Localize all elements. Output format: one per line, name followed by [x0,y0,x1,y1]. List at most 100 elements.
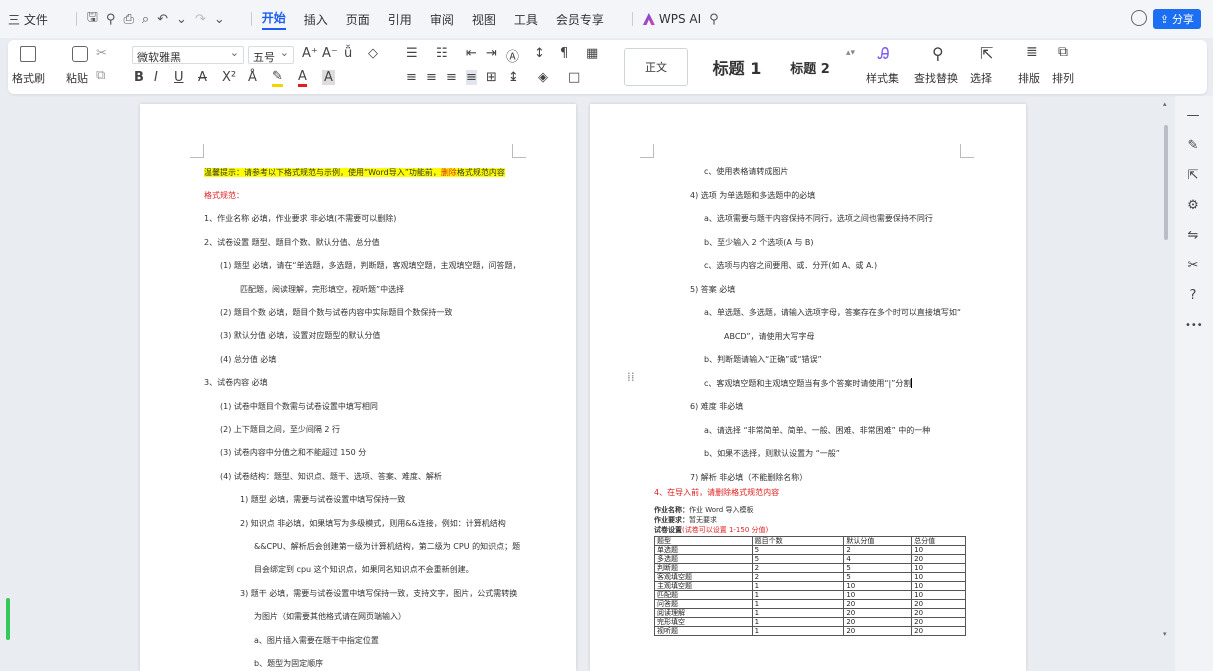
strikethrough-icon[interactable]: A [198,70,207,85]
table-cell[interactable]: 2 [751,563,845,573]
redo-icon[interactable]: ↷ [195,12,206,27]
line-spacing-icon[interactable]: ↨ [508,70,519,85]
table-icon[interactable]: ▦ [586,46,598,61]
style-set-icon[interactable]: Ꭿ [878,44,890,64]
grow-font-icon[interactable]: A⁺ [302,46,318,61]
table-cell[interactable]: 1 [751,608,845,618]
cursor-icon[interactable]: ⇱ [1185,168,1201,184]
wps-ai-button[interactable]: WPS AI [642,12,701,26]
tab-view[interactable]: 视图 [472,11,496,28]
numbering-icon[interactable]: ☷ [436,46,448,61]
table-cell[interactable]: 10 [843,581,913,591]
tab-insert[interactable]: 插入 [304,11,328,28]
sort-icon[interactable]: ↕ [534,46,545,61]
more-icon[interactable]: ••• [1185,318,1203,334]
table-cell[interactable]: 4 [843,554,913,564]
chinese-layout-icon[interactable]: Ⓐ [506,46,519,65]
table-cell[interactable]: 5 [751,554,845,564]
table-cell[interactable]: 单选题 [654,545,753,555]
table-cell[interactable]: 10 [911,563,966,573]
format-painter-button[interactable]: 格式刷 [12,70,45,86]
tab-review[interactable]: 审阅 [430,11,454,28]
find-icon[interactable]: ⚲ [932,44,944,63]
table-header-cell[interactable]: 总分值 [911,536,966,546]
table-cell[interactable]: 20 [843,626,913,636]
border-icon[interactable]: □ [568,70,580,85]
table-cell[interactable]: 1 [751,617,845,627]
underline-icon[interactable]: U [174,70,184,85]
pen-icon[interactable]: ✎ [1185,138,1201,154]
table-cell[interactable]: 20 [911,554,966,564]
drag-handle-icon[interactable]: ⁞⁞ [627,370,635,384]
scroll-up-icon[interactable]: ▴ [1163,100,1167,108]
scroll-down-icon[interactable]: ▾ [1163,630,1167,638]
table-header-cell[interactable]: 题目个数 [751,536,845,546]
text-effect-icon[interactable]: Å [248,70,257,85]
paste-icon[interactable] [72,46,88,62]
copy-icon[interactable]: ⧉ [96,68,105,83]
table-cell[interactable]: 10 [911,545,966,555]
customize-dropdown-icon[interactable]: ⌄ [214,12,225,27]
table-cell[interactable]: 20 [911,626,966,636]
style-heading-1[interactable]: 标题 1 [698,48,776,86]
table-cell[interactable]: 主观填空题 [654,581,753,591]
arrange-button[interactable]: 排列 [1052,70,1074,86]
table-cell[interactable]: 匹配题 [654,590,753,600]
table-cell[interactable]: 问答题 [654,599,753,609]
table-cell[interactable]: 阅读理解 [654,608,753,618]
distribute-icon[interactable]: ⊞ [486,70,497,85]
phonetic-icon[interactable]: ǚ [344,46,352,61]
table-cell[interactable]: 5 [843,572,913,582]
justify-icon[interactable]: ≡ [466,70,477,85]
font-name-select[interactable]: 微软雅黑 [132,46,244,64]
help-icon[interactable]: ? [1185,288,1201,304]
table-cell[interactable]: 1 [751,590,845,600]
table-cell[interactable]: 多选题 [654,554,753,564]
align-left-icon[interactable]: ≡ [406,70,417,85]
layout-icon[interactable]: ≣ [1026,44,1038,60]
undo-dropdown-icon[interactable]: ⌄ [176,12,187,27]
undo-icon[interactable]: ↶ [157,12,168,27]
find-replace-button[interactable]: 查找替换 [914,70,958,86]
table-cell[interactable]: 10 [911,590,966,600]
table-cell[interactable]: 20 [843,608,913,618]
table-cell[interactable]: 20 [843,617,913,627]
table-cell[interactable]: 20 [911,617,966,627]
save-icon[interactable]: 🖫 [87,8,98,30]
settings-icon[interactable]: ⚙ [1185,198,1201,214]
table-cell[interactable]: 判断题 [654,563,753,573]
file-menu[interactable]: 三 文件 [8,11,48,28]
select-button[interactable]: 选择 [970,70,992,86]
cloud-sync-icon[interactable] [1131,10,1147,26]
tools-icon[interactable]: ✂ [1185,258,1201,274]
style-normal[interactable]: 正文 [624,48,688,86]
tab-tools[interactable]: 工具 [514,11,538,28]
table-cell[interactable]: 10 [911,581,966,591]
select-icon[interactable]: ⇱ [980,44,993,63]
align-right-icon[interactable]: ≡ [446,70,457,85]
search-icon[interactable]: ⚲ [709,12,719,27]
char-shading-icon[interactable]: A [322,70,335,85]
vertical-scrollbar[interactable]: ▴ ▾ [1162,100,1170,671]
clear-format-icon[interactable]: ◇ [368,46,378,61]
score-table[interactable]: 题型 题目个数 默认分值 总分值 单选题 5 2 10 多选题 5 4 20 判断题 2 5 10 客观填空题 2… [654,536,966,636]
styles-scroll-icon[interactable]: ▴▾ [846,48,855,58]
highlight-icon[interactable]: ✎ [272,70,283,87]
document-page-left[interactable]: 温馨提示：请参考以下格式规范与示例，使用“Word导入”功能前，删除格式规范内容… [140,104,576,671]
table-cell[interactable]: 2 [843,545,913,555]
table-cell[interactable]: 20 [911,608,966,618]
document-page-right[interactable]: c、使用表格请转成图片 4) 选项 为单选题和多选题中的必填 a、选项需要与题干内容… [590,104,1026,671]
table-cell[interactable]: 10 [843,590,913,600]
format-painter-icon[interactable] [20,46,36,62]
cut-icon[interactable]: ✂ [96,46,107,61]
preview-icon[interactable]: ⌕ [142,12,149,27]
tab-home[interactable]: 开始 [261,9,286,30]
bold-icon[interactable]: B [134,70,144,85]
table-cell[interactable]: 完形填空 [654,617,753,627]
table-cell[interactable]: 5 [751,545,845,555]
table-cell[interactable]: 5 [843,563,913,573]
table-cell[interactable]: 10 [911,572,966,582]
show-marks-icon[interactable]: ¶ [560,46,568,61]
font-color-icon[interactable]: A [298,70,307,87]
align-center-icon[interactable]: ≡ [426,70,437,85]
